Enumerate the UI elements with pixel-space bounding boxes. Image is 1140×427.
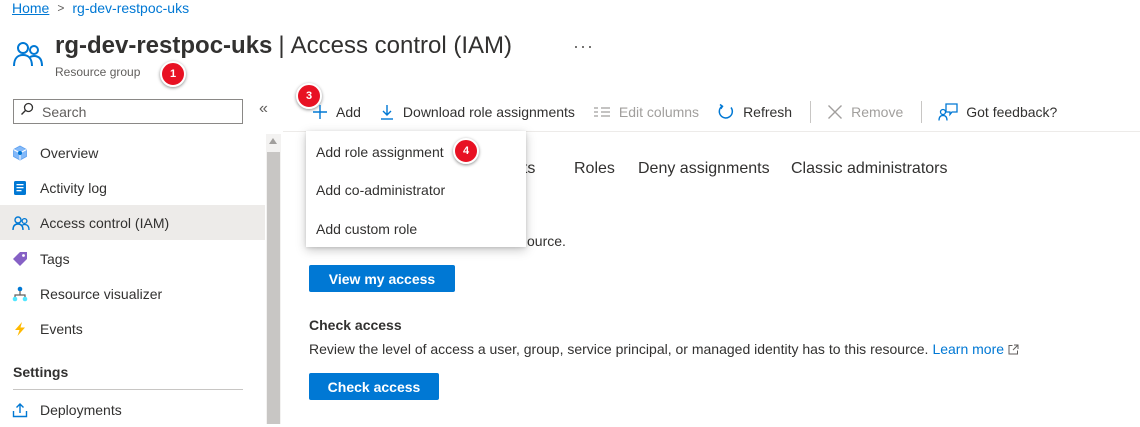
breadcrumb-current-link[interactable]: rg-dev-restpoc-uks	[72, 0, 189, 16]
page-name: Access control (IAM)	[290, 32, 513, 59]
more-options-icon[interactable]: ···	[573, 36, 594, 57]
breadcrumb-separator: >	[57, 1, 65, 15]
sidebar-item-deployments[interactable]: Deployments	[0, 392, 265, 427]
toolbar-divider	[921, 101, 923, 123]
my-access-description: ource.	[527, 233, 566, 249]
learn-more-link[interactable]: Learn more	[932, 341, 1004, 357]
check-access-button[interactable]: Check access	[309, 373, 439, 400]
settings-divider	[13, 389, 243, 390]
sidebar-item-events[interactable]: Events	[0, 311, 265, 346]
sidebar-item-label: Deployments	[40, 401, 122, 418]
page-title: rg-dev-restpoc-uks | Access control (IAM)	[55, 32, 512, 60]
lightning-icon	[12, 321, 40, 337]
sidebar-item-tags[interactable]: Tags	[0, 241, 265, 276]
step-badge-1: 1	[160, 61, 186, 87]
sidebar-item-label: Events	[40, 320, 83, 337]
hierarchy-icon	[12, 286, 40, 302]
scrollbar-thumb[interactable]	[267, 152, 280, 424]
sidebar-item-label: Overview	[40, 144, 99, 161]
feedback-label: Got feedback?	[966, 104, 1058, 120]
check-access-heading: Check access	[309, 317, 402, 333]
menu-item-add-co-administrator[interactable]: Add co-administrator	[316, 182, 445, 198]
scroll-up-arrow-icon[interactable]	[269, 138, 277, 144]
sidebar-item-access-control[interactable]: Access control (IAM)	[0, 205, 265, 240]
tag-icon	[12, 251, 40, 267]
step-badge-4-overlay: 4	[453, 138, 479, 164]
sidebar-search-input[interactable]	[40, 102, 234, 121]
sidebar-search-box[interactable]	[13, 99, 243, 124]
check-access-description-row: Review the level of access a user, group…	[309, 341, 1019, 357]
overview-cube-icon	[12, 145, 40, 161]
refresh-button[interactable]: Refresh	[717, 103, 792, 121]
settings-heading: Settings	[13, 364, 69, 380]
sidebar-item-overview[interactable]: Overview	[0, 135, 265, 170]
search-icon	[20, 102, 34, 121]
refresh-label: Refresh	[743, 104, 793, 120]
close-icon	[827, 104, 843, 120]
feedback-button[interactable]: Got feedback?	[938, 103, 1057, 121]
menu-item-add-role-assignment[interactable]: Add role assignment	[316, 144, 444, 160]
sidebar-item-label: Activity log	[40, 179, 107, 196]
download-role-assignments-button[interactable]: Download role assignments	[379, 104, 575, 120]
add-button[interactable]: Add	[312, 104, 361, 120]
people-icon	[12, 215, 40, 231]
check-access-description: Review the level of access a user, group…	[309, 341, 929, 357]
remove-button[interactable]: Remove	[827, 104, 903, 120]
external-link-icon	[1008, 344, 1019, 355]
refresh-icon	[717, 103, 735, 121]
menu-item-add-custom-role[interactable]: Add custom role	[316, 221, 417, 237]
remove-label: Remove	[851, 104, 904, 120]
add-dropdown-menu: Add role assignment Add co-administrator…	[306, 131, 526, 247]
resource-name: rg-dev-restpoc-uks	[55, 32, 273, 59]
upload-icon	[12, 402, 40, 418]
tab-classic-administrators[interactable]: Classic administrators	[791, 160, 947, 178]
download-label: Download role assignments	[402, 104, 575, 120]
breadcrumb: Home > rg-dev-restpoc-uks	[12, 0, 189, 16]
sidebar-item-activity-log[interactable]: Activity log	[0, 170, 265, 205]
add-label: Add	[336, 104, 361, 120]
resource-group-icon	[12, 38, 44, 70]
sidebar-item-label: Tags	[40, 250, 70, 267]
resource-type-subtitle: Resource group	[55, 65, 141, 79]
feedback-person-icon	[938, 103, 958, 121]
edit-columns-button[interactable]: Edit columns	[593, 104, 699, 120]
sidebar-item-resource-visualizer[interactable]: Resource visualizer	[0, 276, 265, 311]
tab-deny-assignments[interactable]: Deny assignments	[638, 160, 770, 178]
download-icon	[379, 104, 395, 120]
plus-icon	[312, 104, 328, 120]
edit-columns-label: Edit columns	[618, 104, 700, 120]
activity-log-icon	[12, 180, 40, 196]
sidebar-item-label: Access control (IAM)	[40, 214, 170, 231]
breadcrumb-home-link[interactable]: Home	[12, 0, 49, 16]
collapse-sidebar-icon[interactable]: «	[259, 100, 268, 118]
columns-icon	[593, 105, 611, 119]
sidebar-item-label: Resource visualizer	[40, 285, 163, 302]
toolbar-divider	[810, 101, 812, 123]
command-toolbar: Add Download role assignments Edit colum…	[312, 96, 1075, 128]
view-my-access-button[interactable]: View my access	[309, 265, 455, 292]
title-separator: |	[278, 32, 285, 59]
tab-roles[interactable]: Roles	[574, 160, 615, 178]
